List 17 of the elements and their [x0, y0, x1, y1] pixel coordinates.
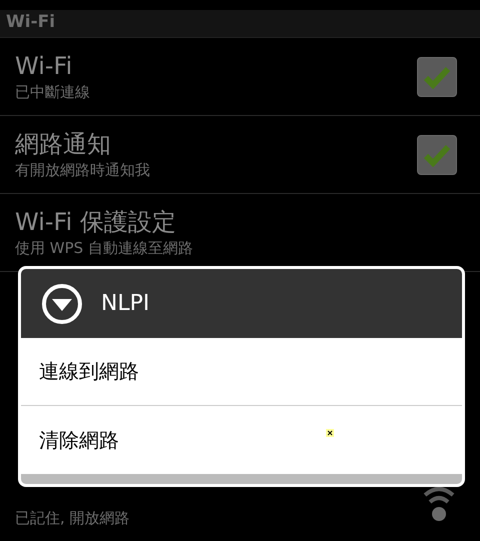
setting-summary: 已中斷連線 [15, 83, 91, 102]
setting-title: Wi-Fi 保護設定 [15, 207, 177, 237]
menu-item[interactable]: 連線到網路 [21, 338, 462, 406]
checkbox[interactable] [417, 56, 457, 96]
setting-title: 網路通知 [15, 129, 112, 159]
check-icon [423, 142, 451, 166]
dropdown-icon [41, 282, 83, 325]
check-icon [423, 64, 451, 88]
menu-item[interactable]: 清除網路 [21, 406, 462, 474]
setting-summary: 已記住, 開放網路 [15, 509, 131, 528]
setting-summary: 使用 WPS 自動連線至網路 [15, 239, 194, 258]
checkbox[interactable] [417, 134, 457, 174]
cross-icon [326, 429, 334, 438]
dialog-title: NLPI [101, 291, 150, 316]
section-header: Wi-Fi [6, 12, 56, 32]
setting-summary: 有開放網路時通知我 [15, 161, 151, 180]
setting-title: Wi-Fi [15, 51, 74, 81]
